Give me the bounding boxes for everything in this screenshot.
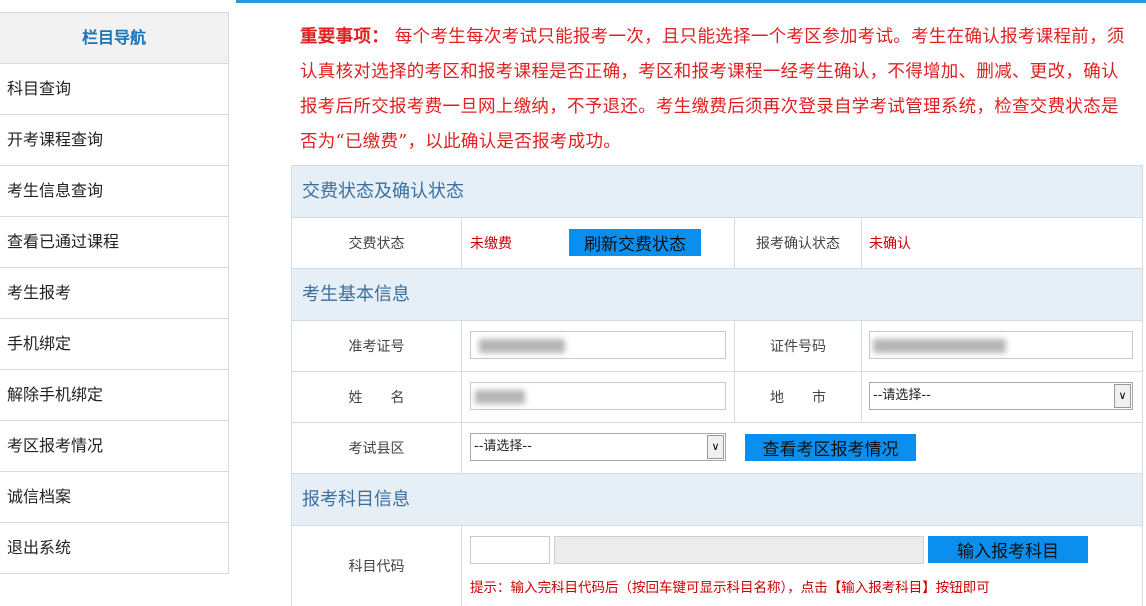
- county-select[interactable]: --请选择-- ∨: [470, 433, 726, 461]
- sidebar-item-subject-query[interactable]: 科目查询: [0, 64, 228, 115]
- input-subject-button[interactable]: 输入报考科目: [928, 536, 1088, 563]
- chevron-down-icon[interactable]: ∨: [1114, 384, 1131, 408]
- top-accent-bar: [236, 0, 1146, 3]
- county-label: 考试县区: [348, 441, 405, 457]
- ticket-number-label: 准考证号: [348, 339, 405, 355]
- sidebar-item-logout[interactable]: 退出系统: [0, 523, 228, 573]
- subject-code-input[interactable]: [470, 536, 550, 564]
- sidebar-nav: 栏目导航 科目查询 开考课程查询 考生信息查询 查看已通过课程 考生报考 手机绑…: [0, 12, 229, 574]
- county-row: 考试县区 --请选择-- ∨ 查看考区报考情况: [292, 423, 1142, 474]
- subject-code-row: 科目代码 输入报考科目 提示：输入完科目代码后（按回车键可显示科目名称），点击【…: [292, 526, 1142, 606]
- registration-form: 交费状态及确认状态 交费状态 未缴费 刷新交费状态 报考确认状态 未确认 考生基…: [291, 165, 1143, 606]
- confirm-status-value: 未确认: [869, 236, 911, 252]
- name-field[interactable]: [470, 382, 726, 410]
- ticket-row: 准考证号 证件号码: [292, 321, 1142, 372]
- redacted-id-number: [873, 339, 1006, 353]
- refresh-payment-button[interactable]: 刷新交费状态: [569, 229, 701, 256]
- payment-status-label: 交费状态: [348, 236, 405, 252]
- sidebar-item-passed-courses[interactable]: 查看已通过课程: [0, 217, 228, 268]
- payment-status-value: 未缴费: [470, 236, 512, 252]
- notice-heading: 重要事项：: [300, 27, 389, 47]
- sidebar-item-student-info[interactable]: 考生信息查询: [0, 166, 228, 217]
- sidebar-item-integrity-record[interactable]: 诚信档案: [0, 472, 228, 523]
- sidebar-title: 栏目导航: [0, 13, 228, 64]
- redacted-name: [475, 390, 525, 404]
- name-row: 姓 名 地 市 --请选择-- ∨: [292, 372, 1142, 423]
- sidebar-item-phone-bind[interactable]: 手机绑定: [0, 319, 228, 370]
- id-number-label: 证件号码: [770, 339, 826, 355]
- notice-body: 每个考生每次考试只能报考一次，且只能选择一个考区参加考试。考生在确认报考课程前，…: [300, 27, 1125, 152]
- id-number-field[interactable]: [869, 331, 1133, 359]
- city-label: 地 市: [770, 390, 826, 406]
- city-selected-value: --请选择--: [873, 388, 931, 403]
- important-notice: 重要事项： 每个考生每次考试只能报考一次，且只能选择一个考区参加考试。考生在确认…: [300, 20, 1130, 160]
- status-row: 交费状态 未缴费 刷新交费状态 报考确认状态 未确认: [292, 218, 1142, 269]
- name-label: 姓 名: [348, 390, 405, 406]
- redacted-ticket-number: [479, 339, 565, 353]
- sidebar-item-district-status[interactable]: 考区报考情况: [0, 421, 228, 472]
- view-district-status-button[interactable]: 查看考区报考情况: [745, 434, 916, 461]
- sidebar-item-registration[interactable]: 考生报考: [0, 268, 228, 319]
- ticket-number-field[interactable]: [470, 331, 726, 359]
- subject-code-label: 科目代码: [348, 559, 405, 575]
- county-selected-value: --请选择--: [474, 439, 532, 454]
- subject-name-display: [554, 536, 924, 564]
- chevron-down-icon[interactable]: ∨: [707, 435, 724, 459]
- subject-section-title: 报考科目信息: [292, 474, 1142, 526]
- basic-section-title: 考生基本信息: [292, 269, 1142, 321]
- confirm-status-label: 报考确认状态: [756, 236, 840, 252]
- status-section-title: 交费状态及确认状态: [292, 165, 1142, 218]
- sidebar-item-phone-unbind[interactable]: 解除手机绑定: [0, 370, 228, 421]
- sidebar-item-course-query[interactable]: 开考课程查询: [0, 115, 228, 166]
- subject-hint-text: 提示：输入完科目代码后（按回车键可显示科目名称），点击【输入报考科目】按钮即可: [470, 580, 990, 596]
- city-select[interactable]: --请选择-- ∨: [869, 382, 1133, 410]
